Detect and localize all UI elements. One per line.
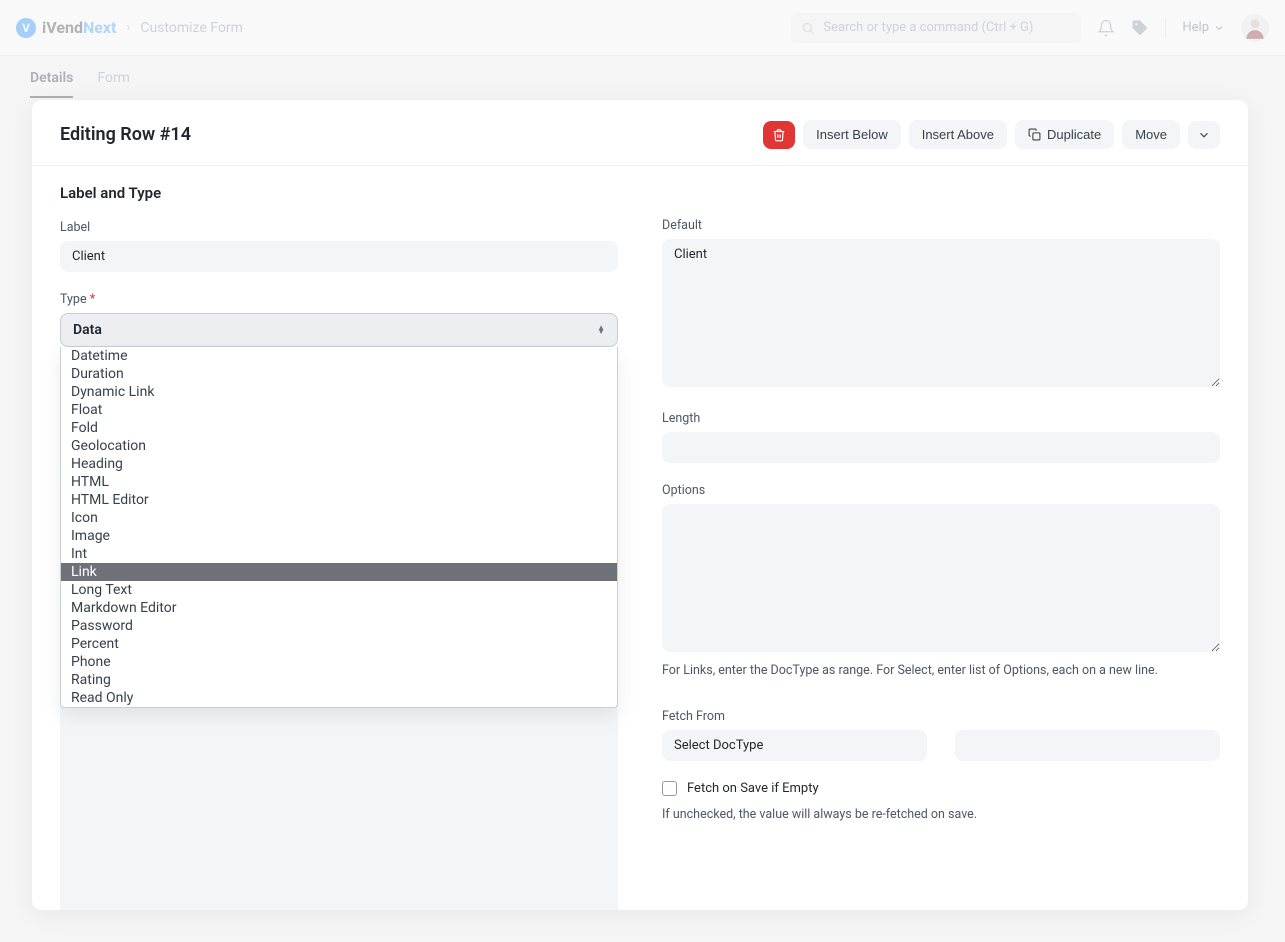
breadcrumb-page[interactable]: Customize Form [140, 20, 243, 36]
type-option[interactable]: Password [61, 617, 617, 635]
tab-details[interactable]: Details [30, 56, 73, 98]
left-column: Label and Type Label Type * Data ▲▼ Date… [60, 184, 618, 902]
tag-icon[interactable] [1131, 19, 1149, 37]
insert-above-button[interactable]: Insert Above [909, 120, 1007, 149]
modal-header: Editing Row #14 Insert Below Insert Abov… [32, 100, 1248, 166]
more-button[interactable] [1188, 121, 1220, 149]
search-input[interactable]: Search or type a command (Ctrl + G) [791, 13, 1081, 43]
type-option[interactable]: Long Text [61, 581, 617, 599]
type-option[interactable]: Heading [61, 455, 617, 473]
separator [1165, 17, 1166, 39]
duplicate-label: Duplicate [1047, 127, 1101, 142]
label-field-label: Label [60, 220, 618, 235]
length-input[interactable] [662, 432, 1220, 463]
user-icon [1242, 15, 1268, 41]
type-option[interactable]: Link [61, 563, 617, 581]
chevron-down-icon [1197, 128, 1211, 142]
modal-title: Editing Row #14 [60, 124, 191, 145]
fetch-from-field-input[interactable] [955, 730, 1220, 761]
type-option[interactable]: Read Only [61, 689, 617, 707]
type-option[interactable]: Fold [61, 419, 617, 437]
fetch-from-label: Fetch From [662, 709, 1220, 724]
type-option[interactable]: Int [61, 545, 617, 563]
delete-button[interactable] [763, 121, 795, 149]
bell-icon[interactable] [1097, 19, 1115, 37]
default-textarea[interactable]: Client [662, 239, 1220, 387]
chevron-down-icon [1213, 22, 1225, 34]
tabs: Details Form [0, 56, 1285, 98]
type-option[interactable]: Float [61, 401, 617, 419]
brand-name: iVendNext [42, 18, 116, 37]
label-input[interactable] [60, 241, 618, 272]
type-select-value: Data [73, 322, 102, 338]
options-textarea[interactable] [662, 504, 1220, 652]
type-option[interactable]: HTML [61, 473, 617, 491]
type-option[interactable]: Percent [61, 635, 617, 653]
brand-logo-icon: V [16, 18, 36, 38]
type-field-label: Type * [60, 292, 618, 307]
type-option[interactable]: Datetime [61, 347, 617, 365]
select-caret-icon: ▲▼ [597, 326, 605, 334]
topbar: V iVendNext › Customize Form Search or t… [0, 0, 1285, 56]
type-option[interactable]: Icon [61, 509, 617, 527]
default-field-label: Default [662, 218, 1220, 233]
move-button[interactable]: Move [1122, 120, 1180, 149]
chevron-right-icon: › [126, 20, 130, 35]
type-select[interactable]: Data ▲▼ [60, 313, 618, 347]
search-icon [801, 21, 815, 35]
type-option[interactable]: HTML Editor [61, 491, 617, 509]
type-option[interactable]: Rating [61, 671, 617, 689]
type-option[interactable]: Markdown Editor [61, 599, 617, 617]
type-dropdown[interactable]: DatetimeDurationDynamic LinkFloatFoldGeo… [60, 347, 618, 708]
help-label: Help [1182, 20, 1209, 35]
type-option[interactable]: Phone [61, 653, 617, 671]
type-option[interactable]: Duration [61, 365, 617, 383]
duplicate-button[interactable]: Duplicate [1015, 120, 1114, 149]
section-label-and-type: Label and Type [60, 184, 618, 202]
tab-form[interactable]: Form [97, 56, 130, 98]
avatar[interactable] [1241, 14, 1269, 42]
fetch-on-save-checkbox[interactable] [662, 781, 677, 796]
fetch-on-save-label: Fetch on Save if Empty [687, 781, 819, 796]
length-field-label: Length [662, 411, 1220, 426]
fetch-help-text: If unchecked, the value will always be r… [662, 806, 1220, 825]
right-column: Default Client Length Options For Links,… [662, 184, 1220, 902]
brand[interactable]: V iVendNext [16, 18, 116, 38]
type-option[interactable]: Dynamic Link [61, 383, 617, 401]
options-help-text: For Links, enter the DocType as range. F… [662, 662, 1220, 681]
trash-icon [772, 128, 786, 142]
edit-row-modal: Editing Row #14 Insert Below Insert Abov… [32, 100, 1248, 910]
search-placeholder: Search or type a command (Ctrl + G) [823, 20, 1033, 35]
insert-below-button[interactable]: Insert Below [803, 120, 901, 149]
type-option[interactable]: Geolocation [61, 437, 617, 455]
copy-icon [1028, 128, 1041, 141]
type-option[interactable]: Image [61, 527, 617, 545]
options-field-label: Options [662, 483, 1220, 498]
help-menu[interactable]: Help [1182, 20, 1225, 35]
fetch-from-doctype-input[interactable] [662, 730, 927, 761]
